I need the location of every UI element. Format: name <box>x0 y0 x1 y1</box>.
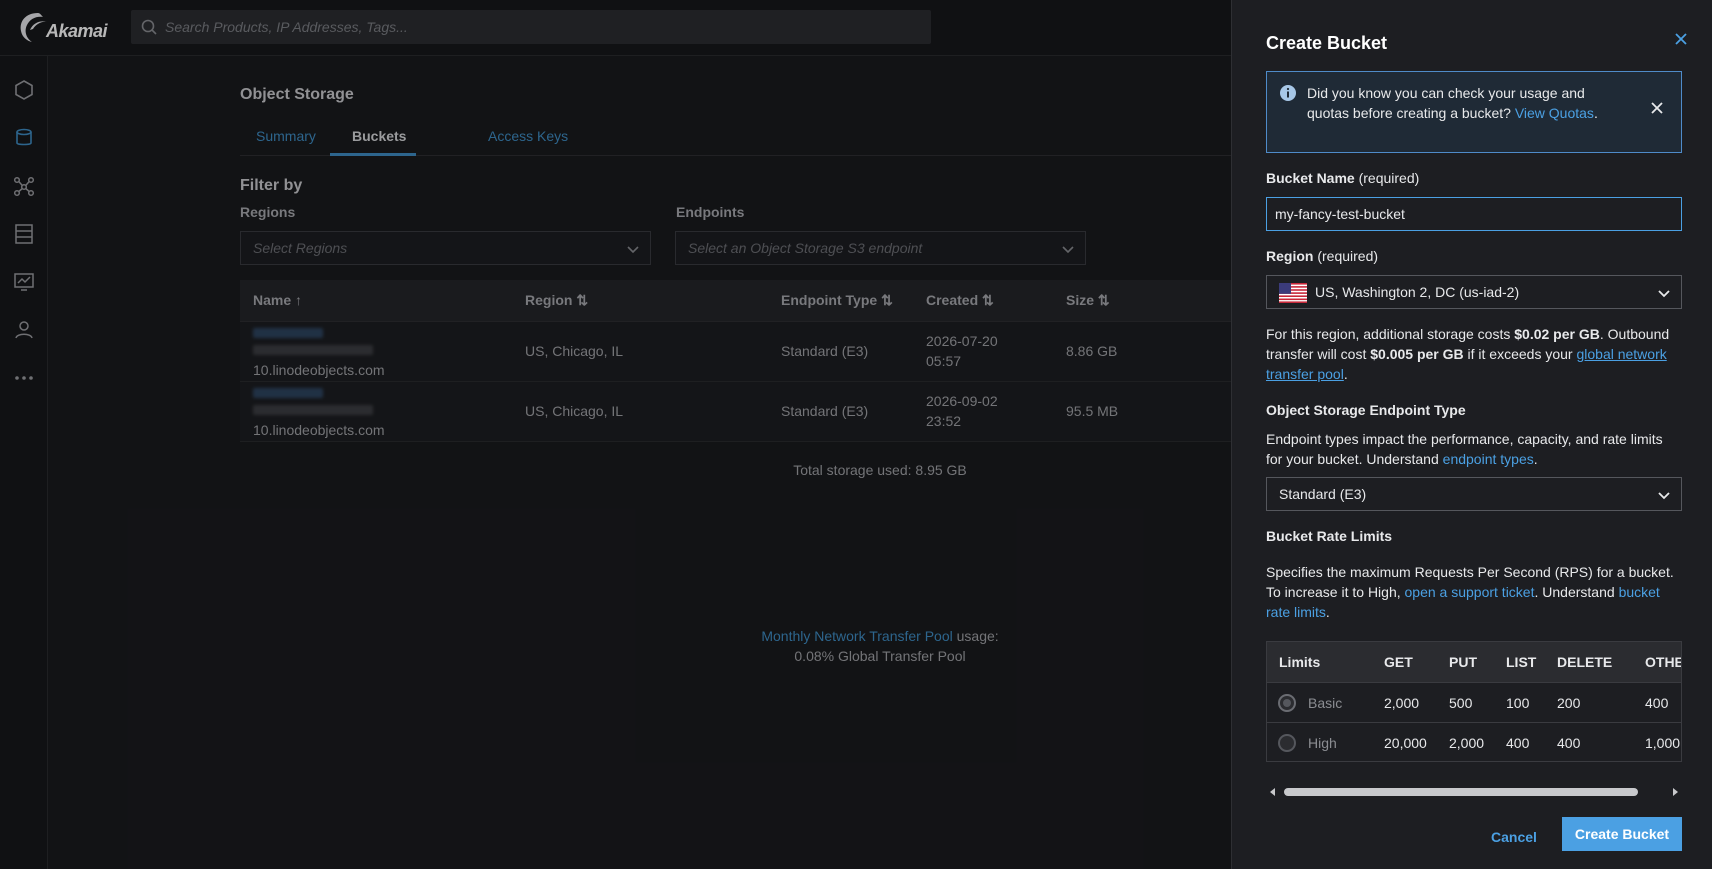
required-marker: (required) <box>1313 248 1379 264</box>
col-list: LIST <box>1506 654 1537 670</box>
rate-limits-heading: Bucket Rate Limits <box>1266 528 1393 544</box>
table-horizontal-scrollbar[interactable] <box>1266 784 1682 800</box>
scrollbar-thumb[interactable] <box>1284 788 1638 796</box>
rate-limits-table-body: Limits GET PUT LIST DELETE OTHER Basic 2… <box>1267 642 1681 761</box>
view-quotas-link[interactable]: View Quotas <box>1515 105 1594 121</box>
endpoint-desc-end: . <box>1533 451 1538 467</box>
limit-put: 2,000 <box>1449 735 1485 751</box>
create-bucket-button[interactable]: Create Bucket <box>1562 817 1682 851</box>
chevron-down-icon <box>1658 290 1670 298</box>
region-label-text: Region <box>1266 248 1314 264</box>
bucket-name-label-text: Bucket Name <box>1266 170 1355 186</box>
rate-limit-row-basic[interactable]: Basic 2,000 500 100 200 400 <box>1267 682 1681 722</box>
scroll-left-icon[interactable] <box>1268 787 1278 797</box>
limit-list: 400 <box>1506 735 1530 751</box>
col-put: PUT <box>1449 654 1477 670</box>
rate-limits-header: Limits GET PUT LIST DELETE OTHER <box>1267 642 1681 682</box>
storage-price: $0.02 per GB <box>1514 326 1600 342</box>
scroll-right-icon[interactable] <box>1670 787 1680 797</box>
quota-notice: Did you know you can check your usage an… <box>1266 71 1682 153</box>
dismiss-notice-icon[interactable] <box>1649 100 1665 116</box>
limit-name: Basic <box>1308 695 1343 711</box>
limit-get: 2,000 <box>1384 695 1420 711</box>
required-marker: (required) <box>1354 170 1420 186</box>
high-radio[interactable] <box>1278 734 1296 752</box>
region-label: Region (required) <box>1266 248 1378 264</box>
notice-text: Did you know you can check your usage an… <box>1307 83 1617 123</box>
endpoint-type-description: Endpoint types impact the performance, c… <box>1266 429 1682 469</box>
col-other: OTHER <box>1645 654 1681 670</box>
region-pricing-info: For this region, additional storage cost… <box>1266 324 1682 384</box>
limit-list: 100 <box>1506 695 1530 711</box>
endpoint-type-select[interactable]: Standard (E3) <box>1266 477 1682 511</box>
basic-radio[interactable] <box>1278 694 1296 712</box>
transfer-price: $0.005 per GB <box>1370 346 1464 362</box>
chevron-down-icon <box>1658 492 1670 500</box>
create-bucket-drawer: Create Bucket Did you know you can check… <box>1231 0 1712 869</box>
rate-limits-table[interactable]: Limits GET PUT LIST DELETE OTHER Basic 2… <box>1266 641 1682 762</box>
col-limits: Limits <box>1279 654 1321 670</box>
rate-limits-description: Specifies the maximum Requests Per Secon… <box>1266 562 1682 622</box>
limit-other: 400 <box>1645 695 1669 711</box>
bucket-name-input[interactable] <box>1266 197 1682 231</box>
info-icon <box>1280 85 1296 101</box>
limit-put: 500 <box>1449 695 1473 711</box>
pricing-text: if it exceeds your <box>1463 346 1577 362</box>
limit-other: 1,000 <box>1645 735 1681 751</box>
col-get: GET <box>1384 654 1413 670</box>
bucket-name-label: Bucket Name (required) <box>1266 170 1419 186</box>
region-select[interactable]: US, Washington 2, DC (us-iad-2) <box>1266 275 1682 309</box>
support-ticket-link[interactable]: open a support ticket <box>1405 584 1535 600</box>
notice-period: . <box>1593 105 1598 121</box>
pricing-text: For this region, additional storage cost… <box>1266 326 1515 342</box>
limit-name: High <box>1308 735 1337 751</box>
endpoint-types-link[interactable]: endpoint types <box>1443 451 1534 467</box>
limit-get: 20,000 <box>1384 735 1427 751</box>
rate-limit-row-high[interactable]: High 20,000 2,000 400 400 1,000 <box>1267 722 1681 761</box>
limit-delete: 200 <box>1557 695 1581 711</box>
col-delete: DELETE <box>1557 654 1613 670</box>
region-value: US, Washington 2, DC (us-iad-2) <box>1315 284 1520 300</box>
endpoint-type-value: Standard (E3) <box>1279 486 1367 502</box>
endpoint-type-heading: Object Storage Endpoint Type <box>1266 402 1466 418</box>
rate-limits-text: . Understand <box>1534 584 1619 600</box>
cancel-button[interactable]: Cancel <box>1484 820 1544 854</box>
us-flag-icon <box>1279 283 1307 303</box>
rate-limits-text: . <box>1325 604 1330 620</box>
limit-delete: 400 <box>1557 735 1581 751</box>
pricing-text: . <box>1343 366 1348 382</box>
drawer-title: Create Bucket <box>1266 33 1388 53</box>
close-icon[interactable] <box>1672 30 1690 48</box>
